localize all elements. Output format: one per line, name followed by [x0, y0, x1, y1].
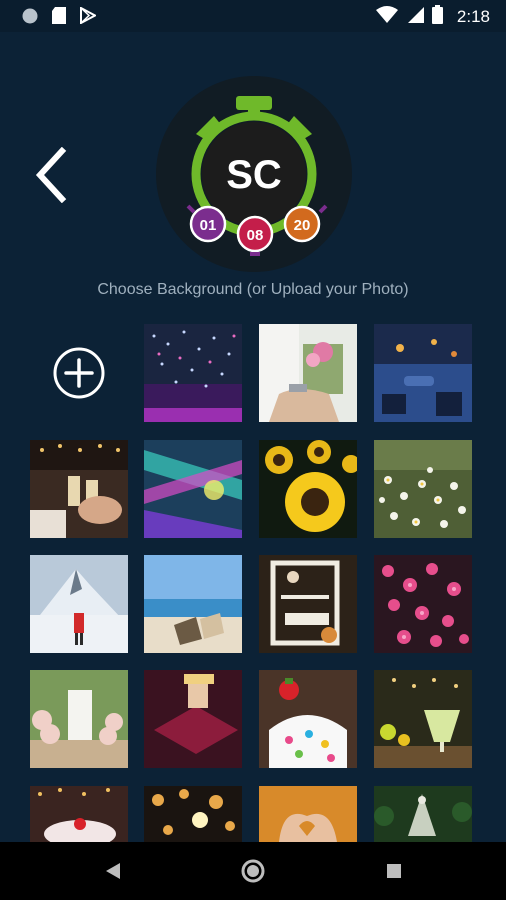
background-thumb-wedding-aisle-flowers[interactable] [30, 670, 128, 768]
background-thumb-sparkler-bokeh[interactable] [144, 786, 242, 842]
background-thumb-margarita-drinks[interactable] [374, 670, 472, 768]
background-thumb-pink-blossoms[interactable] [374, 555, 472, 653]
background-thumb-sunflowers[interactable] [259, 440, 357, 538]
background-thumb-dinner-party-table[interactable] [374, 324, 472, 422]
background-thumb-confetti-concert[interactable] [144, 324, 242, 422]
background-thumb-snowy-mountain-hiker[interactable] [30, 555, 128, 653]
nav-back-button[interactable] [98, 856, 128, 886]
background-thumb-beach-chairs[interactable] [144, 555, 242, 653]
recents-square-icon [387, 864, 401, 878]
home-circle-icon [241, 859, 265, 883]
background-thumb-graduation-cap[interactable] [144, 670, 242, 768]
background-thumb-wedding-welcome-sign[interactable] [259, 555, 357, 653]
background-thumb-daisy-field[interactable] [374, 440, 472, 538]
background-thumb-wedding-hands-bouquet[interactable] [259, 324, 357, 422]
background-thumb-champagne-toast[interactable] [30, 440, 128, 538]
background-thumb-heart-hands[interactable] [259, 786, 357, 842]
background-thumb-christmas-tree-forest[interactable] [374, 786, 472, 842]
background-thumb-birthday-cupcake[interactable] [259, 670, 357, 768]
background-grid [0, 0, 506, 842]
background-thumb-neon-party-lights[interactable] [144, 440, 242, 538]
nav-recents-button[interactable] [379, 856, 409, 886]
navigation-bar [0, 842, 506, 900]
back-triangle-icon [106, 863, 120, 879]
background-thumb-celebration-cake[interactable] [30, 786, 128, 842]
nav-home-button[interactable] [238, 856, 268, 886]
